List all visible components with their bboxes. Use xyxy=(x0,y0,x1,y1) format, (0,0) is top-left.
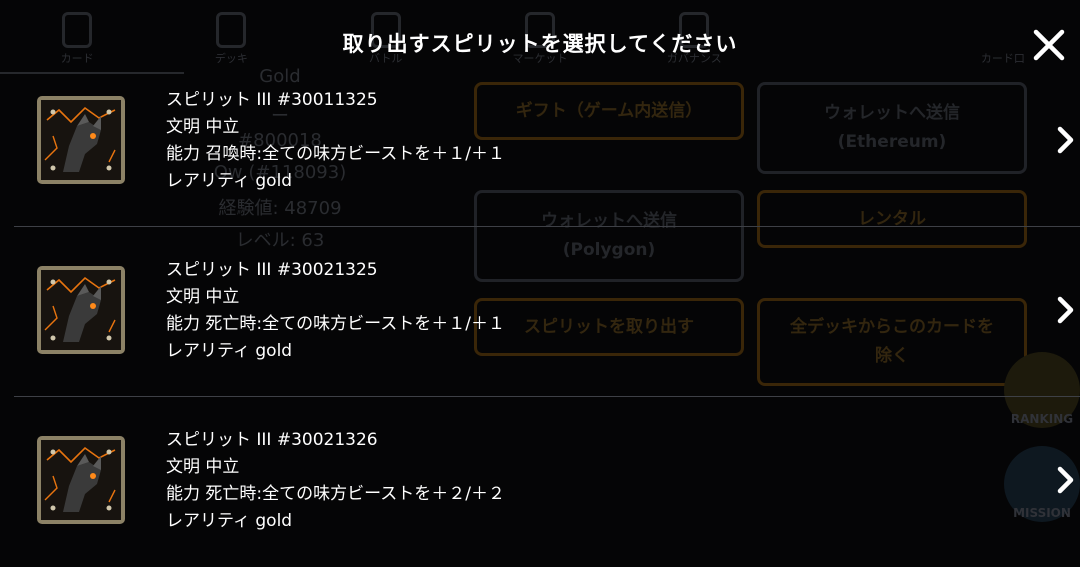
spirit-civilization: 文明 中立 xyxy=(166,284,505,311)
rarity-value: gold xyxy=(255,511,293,531)
spirit-select-dialog: 取り出すスピリットを選択してください スピリット III #30011325 文… xyxy=(0,0,1080,541)
spirit-beast-icon xyxy=(41,100,121,180)
spirit-rarity: レアリティ gold xyxy=(166,508,505,535)
civilization-label: 文明 xyxy=(166,457,200,477)
spirit-rarity: レアリティ gold xyxy=(166,168,505,195)
spirit-ability: 能力 死亡時:全ての味方ビーストを＋２/＋２ xyxy=(166,481,505,508)
spirit-thumbnail xyxy=(37,266,125,354)
spirit-civilization: 文明 中立 xyxy=(166,114,505,141)
dialog-title: 取り出すスピリットを選択してください xyxy=(342,32,738,56)
civilization-value: 中立 xyxy=(205,457,240,477)
spirit-thumbnail xyxy=(37,436,125,524)
spirit-list-item[interactable]: スピリット III #30021326 文明 中立 能力 死亡時:全ての味方ビー… xyxy=(0,397,1080,567)
spirit-beast-icon xyxy=(41,440,121,520)
spirit-name: スピリット III #30021326 xyxy=(166,430,378,450)
chevron-right-icon[interactable] xyxy=(1054,295,1078,325)
spirit-thumbnail xyxy=(37,96,125,184)
civilization-label: 文明 xyxy=(166,287,200,307)
spirit-name: スピリット III #30011325 xyxy=(166,90,378,110)
spirit-ability: 能力 召喚時:全ての味方ビーストを＋１/＋１ xyxy=(166,141,505,168)
civilization-value: 中立 xyxy=(205,117,240,137)
spirit-beast-icon xyxy=(41,270,121,350)
rarity-value: gold xyxy=(255,171,293,191)
civilization-value: 中立 xyxy=(205,287,240,307)
spirit-info: スピリット III #30021326 文明 中立 能力 死亡時:全ての味方ビー… xyxy=(166,427,505,535)
ability-label: 能力 xyxy=(166,144,200,164)
ability-value: 召喚時:全ての味方ビーストを＋１/＋１ xyxy=(205,144,506,164)
ability-label: 能力 xyxy=(166,314,200,334)
rarity-label: レアリティ xyxy=(166,341,250,361)
spirit-info: スピリット III #30011325 文明 中立 能力 召喚時:全ての味方ビー… xyxy=(166,87,505,195)
spirit-list-item[interactable]: スピリット III #30021325 文明 中立 能力 死亡時:全ての味方ビー… xyxy=(0,227,1080,397)
chevron-right-icon[interactable] xyxy=(1054,125,1078,155)
rarity-value: gold xyxy=(255,341,293,361)
spirit-civilization: 文明 中立 xyxy=(166,454,505,481)
spirit-info: スピリット III #30021325 文明 中立 能力 死亡時:全ての味方ビー… xyxy=(166,257,505,365)
ability-value: 死亡時:全ての味方ビーストを＋２/＋２ xyxy=(205,484,506,504)
spirit-ability: 能力 死亡時:全ての味方ビーストを＋１/＋１ xyxy=(166,311,505,338)
rarity-label: レアリティ xyxy=(166,511,250,531)
rarity-label: レアリティ xyxy=(166,171,250,191)
civilization-label: 文明 xyxy=(166,117,200,137)
chevron-right-icon[interactable] xyxy=(1054,465,1078,495)
spirit-name: スピリット III #30021325 xyxy=(166,260,378,280)
spirit-list-item[interactable]: スピリット III #30011325 文明 中立 能力 召喚時:全ての味方ビー… xyxy=(0,57,1080,227)
ability-value: 死亡時:全ての味方ビーストを＋１/＋１ xyxy=(205,314,506,334)
spirit-rarity: レアリティ gold xyxy=(166,338,505,365)
ability-label: 能力 xyxy=(166,484,200,504)
